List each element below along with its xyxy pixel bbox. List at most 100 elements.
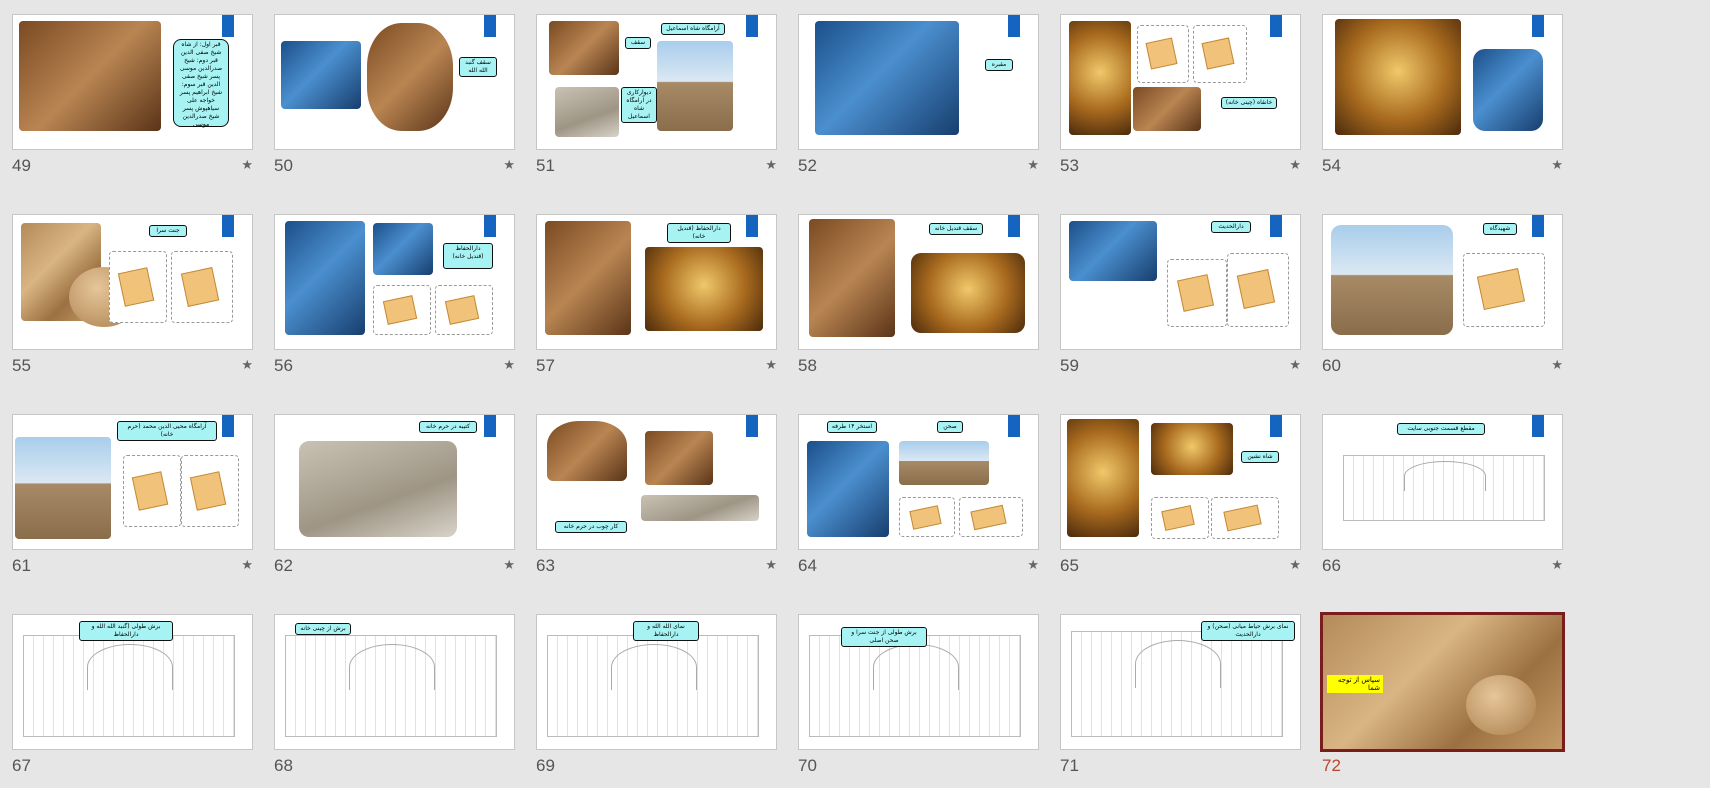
sahn-photo [899,441,989,485]
slide-number: 61 [12,556,31,575]
plan-drawing [1137,25,1189,83]
slide-number: 54 [1322,156,1341,175]
slide-preview[interactable]: برش طولی (گنبد الله الله و دارالحفاظ [12,614,253,750]
dome-photo [367,23,453,131]
slide-number: 69 [536,756,555,775]
slide-thumbnail-57[interactable]: دارالحفاظ (قندیل خانه) 57 ★ [536,214,777,375]
slide-thumbnail-63[interactable]: کار چوب در حرم خانه 63 ★ [536,414,777,575]
slide-thumbnail-72[interactable]: سپاس از توجه شما 72 [1320,612,1565,775]
slide-preview[interactable]: کتیبه در حرم خانه [274,414,515,550]
slide-label: نمای الله الله و دارالحفاظ [633,621,699,641]
plan-drawing [1463,253,1545,327]
slide-preview[interactable]: سپاس از توجه شما [1320,612,1565,752]
chini-khaneh-photo [1335,19,1461,135]
slide-number: 66 [1322,556,1341,575]
star-icon[interactable]: ★ [241,158,253,173]
tag-marker [1270,215,1282,237]
star-icon[interactable]: ★ [241,358,253,373]
star-icon[interactable]: ★ [1551,158,1563,173]
star-icon[interactable]: ★ [503,158,515,173]
slide-preview[interactable]: خانقاه (چینی خانه) [1060,14,1301,150]
slide-preview[interactable]: دارالحفاظ (قندیل خانه) [536,214,777,350]
slide-preview[interactable]: شاه نشین [1060,414,1301,550]
slide-thumbnail-65[interactable]: شاه نشین 65 ★ [1060,414,1301,575]
slide-thumbnail-67[interactable]: برش طولی (گنبد الله الله و دارالحفاظ 67 [12,614,253,775]
slide-thumbnail-59[interactable]: دارالحدیث 59 ★ [1060,214,1301,375]
slide-preview[interactable]: استخر ۱۴ طرفه صحن [798,414,1039,550]
star-icon[interactable]: ★ [1289,358,1301,373]
slide-preview[interactable]: آرامگاه محیی الدین محمد (حرم خانه) [12,414,253,550]
ceiling-photo [1133,87,1201,131]
slide-thumbnail-54[interactable]: 54 ★ [1322,14,1563,175]
elevation-drawing [547,635,759,737]
star-icon[interactable]: ★ [503,558,515,573]
slide-preview[interactable]: مقبره [798,14,1039,150]
tomb-photo [19,21,161,131]
slide-preview[interactable] [1322,14,1563,150]
slide-thumbnail-61[interactable]: آرامگاه محیی الدین محمد (حرم خانه) 61 ★ [12,414,253,575]
plan-drawing [373,285,431,335]
slide-preview[interactable]: آرامگاه شاه اسماعیل سقف دیوارکاری در آرا… [536,14,777,150]
iwan-photo [285,221,365,335]
slide-preview[interactable]: جنت سرا [12,214,253,350]
star-icon[interactable]: ★ [765,358,777,373]
facade-photo [373,223,433,275]
slide-thumbnail-68[interactable]: برش از چینی خانه 68 [274,614,515,775]
slide-thumbnail-70[interactable]: برش طولی از جنت سرا و صحن اصلی 70 [798,614,1039,775]
slide-label: نمای برش حیاط میانی (صحن) و دارالحدیث [1201,621,1295,641]
slide-thumbnail-55[interactable]: جنت سرا 55 ★ [12,214,253,375]
slide-preview[interactable]: دارالحدیث [1060,214,1301,350]
tag-marker [222,415,234,437]
star-icon[interactable]: ★ [1551,558,1563,573]
star-icon[interactable]: ★ [765,158,777,173]
slide-preview[interactable]: شهیدگاه [1322,214,1563,350]
courtyard-photo [807,441,889,537]
slide-preview[interactable]: برش از چینی خانه [274,614,515,750]
slide-label: برش طولی از جنت سرا و صحن اصلی [841,627,927,647]
slide-label: سقف گنبد الله الله [459,57,497,77]
slide-thumbnail-58[interactable]: سقف قندیل خانه 58 [798,214,1039,375]
slide-thumbnail-71[interactable]: نمای برش حیاط میانی (صحن) و دارالحدیث 71 [1060,614,1301,775]
tag-marker [1532,215,1544,237]
slide-thumbnail-52[interactable]: مقبره 52 ★ [798,14,1039,175]
slide-number: 53 [1060,156,1079,175]
star-icon[interactable]: ★ [1027,558,1039,573]
star-icon[interactable]: ★ [503,358,515,373]
star-icon[interactable]: ★ [765,558,777,573]
slide-label: قبر اول: از شاه‌ شیخ صفی الدین قبر دوم: … [173,39,229,128]
star-icon[interactable]: ★ [241,558,253,573]
slide-preview[interactable]: برش طولی از جنت سرا و صحن اصلی [798,614,1039,750]
slide-preview[interactable]: کار چوب در حرم خانه [536,414,777,550]
slide-preview[interactable]: سقف گنبد الله الله [274,14,515,150]
star-icon[interactable]: ★ [1289,558,1301,573]
slide-thumbnail-50[interactable]: سقف گنبد الله الله 50 ★ [274,14,515,175]
tag-marker [1532,415,1544,437]
slide-thumbnail-51[interactable]: آرامگاه شاه اسماعیل سقف دیوارکاری در آرا… [536,14,777,175]
slide-thumbnail-62[interactable]: کتیبه در حرم خانه 62 ★ [274,414,515,575]
section-drawing [1071,631,1283,737]
slide-number: 65 [1060,556,1079,575]
shahidgah-photo [1331,225,1453,335]
slide-thumbnail-56[interactable]: دارالحفاظ (قندیل خانه) 56 ★ [274,214,515,375]
slide-preview[interactable]: دارالحفاظ (قندیل خانه) [274,214,515,350]
slide-number: 57 [536,356,555,375]
star-icon[interactable]: ★ [1289,158,1301,173]
slide-thumbnail-49[interactable]: قبر اول: از شاه‌ شیخ صفی الدین قبر دوم: … [12,14,253,175]
slide-thumbnail-53[interactable]: خانقاه (چینی خانه) 53 ★ [1060,14,1301,175]
tag-marker [746,215,758,237]
slide-preview[interactable]: نمای الله الله و دارالحفاظ [536,614,777,750]
slide-preview[interactable]: سقف قندیل خانه [798,214,1039,350]
slide-number: 49 [12,156,31,175]
slide-thumbnail-69[interactable]: نمای الله الله و دارالحفاظ 69 [536,614,777,775]
slide-preview[interactable]: نمای برش حیاط میانی (صحن) و دارالحدیث [1060,614,1301,750]
slide-thumbnail-66[interactable]: مقطع قسمت جنوبی سایت 66 ★ [1322,414,1563,575]
star-icon[interactable]: ★ [1027,158,1039,173]
star-icon[interactable]: ★ [1551,358,1563,373]
woodwork-photo [555,87,619,137]
slide-preview[interactable]: مقطع قسمت جنوبی سایت [1322,414,1563,550]
slide-thumbnail-60[interactable]: شهیدگاه 60 ★ [1322,214,1563,375]
tag-marker [1008,415,1020,437]
slide-preview[interactable]: قبر اول: از شاه‌ شیخ صفی الدین قبر دوم: … [12,14,253,150]
slide-label: سقف [625,37,651,49]
slide-thumbnail-64[interactable]: استخر ۱۴ طرفه صحن 64 ★ [798,414,1039,575]
